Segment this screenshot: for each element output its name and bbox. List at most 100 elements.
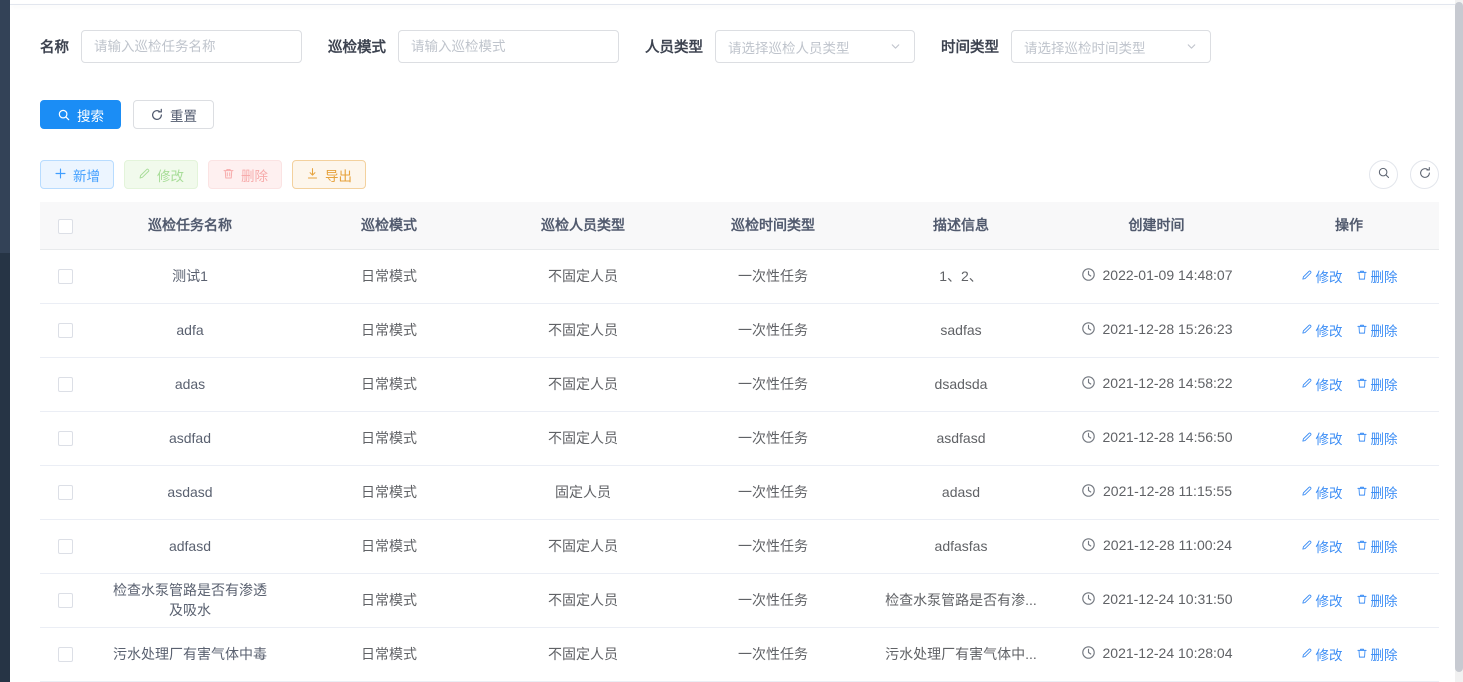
cell-time-type: 一次性任务 xyxy=(678,249,868,303)
person-type-select[interactable]: 请选择巡检人员类型 xyxy=(715,30,915,63)
table-row[interactable]: 测试1 日常模式 不固定人员 一次性任务 1、2、 2022-01-09 14:… xyxy=(40,249,1439,303)
sidebar-segment-bottom xyxy=(0,253,10,682)
row-edit-link[interactable]: 修改 xyxy=(1301,428,1343,448)
row-checkbox[interactable] xyxy=(58,269,73,284)
trash-icon xyxy=(222,167,235,183)
task-name-input[interactable] xyxy=(81,30,302,63)
row-checkbox[interactable] xyxy=(58,593,73,608)
row-edit-link[interactable]: 修改 xyxy=(1301,320,1343,340)
time-type-select[interactable]: 请选择巡检时间类型 xyxy=(1011,30,1211,63)
cell-desc: adasd xyxy=(868,465,1054,519)
row-delete-link[interactable]: 删除 xyxy=(1356,374,1398,394)
search-form: 名称 巡检模式 人员类型 请选择巡检人员类型 时间类型 请选择巡检时 xyxy=(40,30,1439,63)
table-row[interactable]: asdasd 日常模式 固定人员 一次性任务 adasd 2021-12-28 … xyxy=(40,465,1439,519)
cell-actions: 修改 删除 xyxy=(1259,357,1439,411)
search-button-row: 搜索 重置 xyxy=(40,100,1439,129)
cell-person-type: 固定人员 xyxy=(488,465,678,519)
reset-button[interactable]: 重置 xyxy=(133,100,214,129)
cell-task-name: adfa xyxy=(90,303,290,357)
time-type-placeholder: 请选择巡检时间类型 xyxy=(1024,37,1146,57)
trash-icon xyxy=(1356,539,1368,554)
row-edit-link[interactable]: 修改 xyxy=(1301,536,1343,556)
row-edit-link[interactable]: 修改 xyxy=(1301,374,1343,394)
plus-icon xyxy=(54,167,67,183)
cell-created: 2021-12-28 14:58:22 xyxy=(1054,357,1259,411)
cell-mode: 日常模式 xyxy=(290,573,488,627)
trash-icon xyxy=(1356,431,1368,446)
toggle-search-button[interactable] xyxy=(1369,160,1398,189)
row-checkbox[interactable] xyxy=(58,377,73,392)
main-content: 名称 巡检模式 人员类型 请选择巡检人员类型 时间类型 请选择巡检时 xyxy=(10,0,1463,682)
export-button[interactable]: 导出 xyxy=(292,160,366,189)
row-edit-link[interactable]: 修改 xyxy=(1301,644,1343,664)
cell-task-name: asdfad xyxy=(90,411,290,465)
cell-created: 2021-12-28 14:56:50 xyxy=(1054,411,1259,465)
table-row[interactable]: 污水处理厂有害气体中毒 日常模式 不固定人员 一次性任务 污水处理厂有害气体中.… xyxy=(40,627,1439,681)
inspection-mode-input[interactable] xyxy=(398,30,619,63)
cell-mode: 日常模式 xyxy=(290,519,488,573)
row-checkbox[interactable] xyxy=(58,431,73,446)
cell-time-type: 一次性任务 xyxy=(678,411,868,465)
cell-created: 2021-12-24 10:28:04 xyxy=(1054,627,1259,681)
cell-actions: 修改 删除 xyxy=(1259,465,1439,519)
table-row[interactable]: adfa 日常模式 不固定人员 一次性任务 sadfas 2021-12-28 … xyxy=(40,303,1439,357)
column-created: 创建时间 xyxy=(1054,202,1259,249)
row-edit-link[interactable]: 修改 xyxy=(1301,482,1343,502)
table-row[interactable]: adas 日常模式 不固定人员 一次性任务 dsadsda 2021-12-28… xyxy=(40,357,1439,411)
row-delete-link[interactable]: 删除 xyxy=(1356,428,1398,448)
select-all-checkbox[interactable] xyxy=(58,219,73,234)
created-time-text: 2022-01-09 14:48:07 xyxy=(1103,267,1233,283)
chevron-down-icon xyxy=(1185,40,1198,53)
search-icon xyxy=(57,108,71,122)
row-delete-link[interactable]: 删除 xyxy=(1356,266,1398,286)
edit-button[interactable]: 修改 xyxy=(124,160,198,189)
cell-time-type: 一次性任务 xyxy=(678,573,868,627)
cell-task-name: adfasd xyxy=(90,519,290,573)
created-time-text: 2021-12-28 14:58:22 xyxy=(1103,375,1233,391)
table-row[interactable]: adfasd 日常模式 不固定人员 一次性任务 adfasfas 2021-12… xyxy=(40,519,1439,573)
row-checkbox[interactable] xyxy=(58,539,73,554)
cell-desc: adfasfas xyxy=(868,519,1054,573)
inspection-task-page: 名称 巡检模式 人员类型 请选择巡检人员类型 时间类型 请选择巡检时 xyxy=(0,0,1463,682)
row-checkbox[interactable] xyxy=(58,323,73,338)
reset-button-label: 重置 xyxy=(170,105,197,125)
created-time-text: 2021-12-28 11:00:24 xyxy=(1103,537,1232,553)
cell-created: 2022-01-09 14:48:07 xyxy=(1054,249,1259,303)
cell-mode: 日常模式 xyxy=(290,411,488,465)
trash-icon xyxy=(1356,593,1368,608)
clock-icon xyxy=(1081,375,1096,390)
cell-person-type: 不固定人员 xyxy=(488,573,678,627)
pencil-icon xyxy=(1301,323,1313,338)
table-body: 测试1 日常模式 不固定人员 一次性任务 1、2、 2022-01-09 14:… xyxy=(40,249,1439,681)
collapsed-sidebar[interactable] xyxy=(0,0,10,682)
cell-desc: 污水处理厂有害气体中... xyxy=(868,627,1054,681)
row-checkbox[interactable] xyxy=(58,647,73,662)
column-time-type: 巡检时间类型 xyxy=(678,202,868,249)
vertical-scrollbar[interactable] xyxy=(1455,0,1463,682)
table-row[interactable]: 检查水泵管路是否有渗透及吸水 日常模式 不固定人员 一次性任务 检查水泵管路是否… xyxy=(40,573,1439,627)
table-row[interactable]: asdfad 日常模式 不固定人员 一次性任务 asdfasd 2021-12-… xyxy=(40,411,1439,465)
row-delete-link[interactable]: 删除 xyxy=(1356,536,1398,556)
cell-desc: 1、2、 xyxy=(868,249,1054,303)
row-checkbox[interactable] xyxy=(58,485,73,500)
row-delete-link[interactable]: 删除 xyxy=(1356,320,1398,340)
trash-icon xyxy=(1356,323,1368,338)
scrollbar-thumb[interactable] xyxy=(1455,2,1463,672)
clock-icon xyxy=(1081,429,1096,444)
delete-button[interactable]: 删除 xyxy=(208,160,282,189)
row-edit-link[interactable]: 修改 xyxy=(1301,266,1343,286)
cell-created: 2021-12-28 11:00:24 xyxy=(1054,519,1259,573)
add-button[interactable]: 新增 xyxy=(40,160,114,189)
mode-label: 巡检模式 xyxy=(328,36,386,57)
row-delete-link[interactable]: 删除 xyxy=(1356,482,1398,502)
row-edit-link[interactable]: 修改 xyxy=(1301,590,1343,610)
row-delete-link[interactable]: 删除 xyxy=(1356,644,1398,664)
export-button-label: 导出 xyxy=(325,165,352,185)
trash-icon xyxy=(1356,269,1368,284)
refresh-table-button[interactable] xyxy=(1410,160,1439,189)
cell-person-type: 不固定人员 xyxy=(488,411,678,465)
row-delete-link[interactable]: 删除 xyxy=(1356,590,1398,610)
cell-actions: 修改 删除 xyxy=(1259,573,1439,627)
pencil-icon xyxy=(1301,647,1313,662)
search-button[interactable]: 搜索 xyxy=(40,100,121,129)
